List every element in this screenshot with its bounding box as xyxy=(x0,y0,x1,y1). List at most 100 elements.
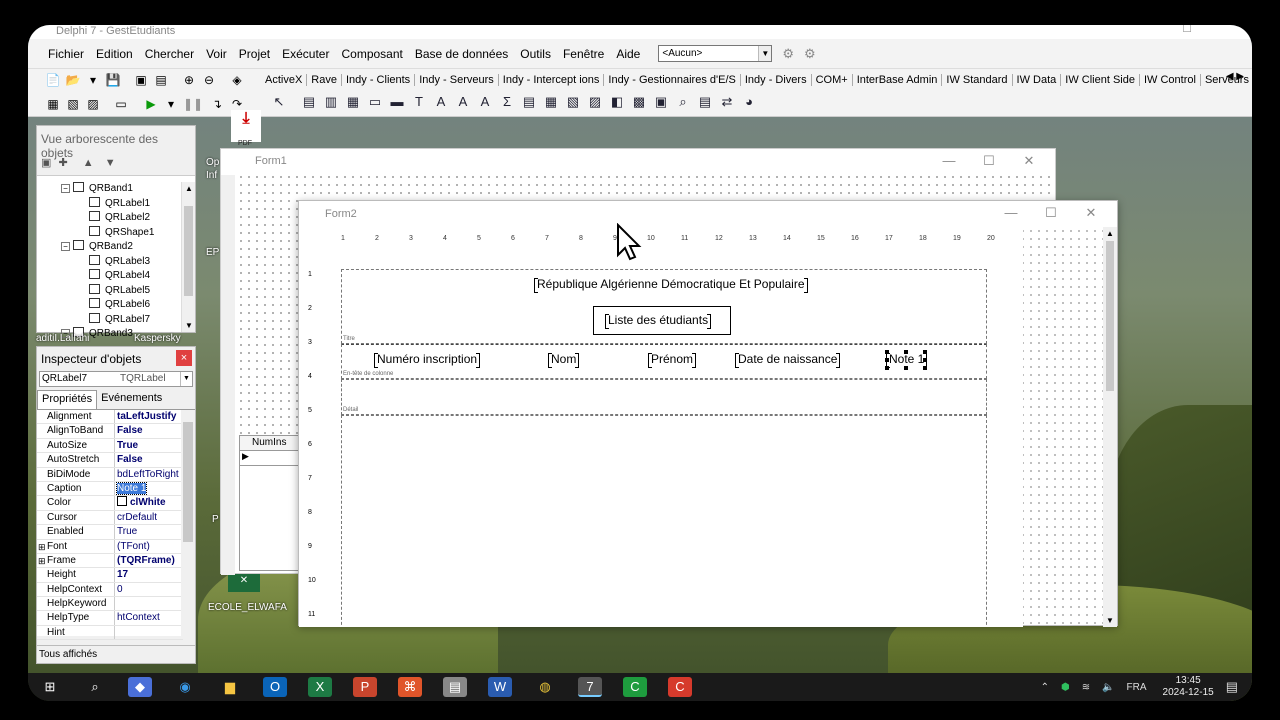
pdf-desktop-icon[interactable]: ⤓ xyxy=(231,110,261,142)
selection-handle[interactable] xyxy=(885,358,889,362)
palette-tab-1[interactable]: Rave xyxy=(307,74,342,86)
property-row[interactable]: Hint xyxy=(37,625,183,641)
tree-down-icon[interactable]: ▼ xyxy=(105,157,116,169)
qrrichtext-icon[interactable]: ▧ xyxy=(562,92,584,114)
outlook-icon[interactable]: O xyxy=(263,677,287,697)
menu-item-3[interactable]: Voir xyxy=(206,47,227,61)
inspector-object-select[interactable]: QRLabel7 TQRLabel ▼ xyxy=(39,371,193,387)
chrome-icon[interactable]: ◍ xyxy=(533,677,557,697)
qrsubdetail-icon[interactable]: ▥ xyxy=(320,92,342,114)
language-indicator[interactable]: FRA xyxy=(1127,682,1147,693)
qrtextfilter-icon[interactable]: ⇄ xyxy=(716,92,738,114)
property-value[interactable] xyxy=(115,597,181,610)
chevron-up-icon[interactable]: ⌃ xyxy=(1041,682,1049,693)
selection-handle[interactable] xyxy=(885,366,889,370)
menu-item-2[interactable]: Chercher xyxy=(145,47,194,61)
menu-item-5[interactable]: Exécuter xyxy=(282,47,329,61)
maximize-icon[interactable]: ☐ xyxy=(1182,25,1192,35)
expand-icon[interactable]: ⊞ xyxy=(38,540,46,554)
set-debug-desktop-icon[interactable]: ⚙ xyxy=(804,46,816,62)
property-scrollbar[interactable] xyxy=(181,410,195,636)
quickrep-icon[interactable]: ▤ xyxy=(298,92,320,114)
qrshape-icon[interactable]: ◧ xyxy=(606,92,628,114)
camtasia-icon[interactable]: C xyxy=(623,677,647,697)
qrcompositereport-icon[interactable]: ⌕ xyxy=(672,92,694,114)
desktop-label-ecole[interactable]: ECOLE_ELWAFA xyxy=(208,602,287,613)
property-value[interactable]: False xyxy=(115,424,181,437)
qrexprmemo-icon[interactable]: ▦ xyxy=(540,92,562,114)
qrexpr-icon[interactable]: A xyxy=(474,92,496,114)
new-icon[interactable]: 📄 xyxy=(44,71,62,89)
property-value[interactable]: True xyxy=(115,525,181,538)
menu-item-6[interactable]: Composant xyxy=(341,47,402,61)
form1-scrollbar[interactable] xyxy=(221,175,235,575)
tree-new-icon[interactable]: ✚ xyxy=(58,157,67,169)
tree-item[interactable]: QRLabel4 xyxy=(37,269,181,284)
chevron-down-icon[interactable]: ▼ xyxy=(180,372,192,386)
palette-tab-9[interactable]: IW Standard xyxy=(942,74,1013,86)
property-row[interactable]: Alignment taLeftJustify xyxy=(37,410,183,425)
minimize-icon[interactable]: — xyxy=(929,153,969,169)
qrdbrichtext-icon[interactable]: ▨ xyxy=(584,92,606,114)
tree-item[interactable]: QRLabel1 xyxy=(37,196,181,212)
chevron-down-icon[interactable]: ▼ xyxy=(758,46,772,61)
property-row[interactable]: AutoSize True xyxy=(37,438,183,454)
app-icon[interactable]: ⌘ xyxy=(398,677,422,697)
palette-tab-4[interactable]: Indy - Intercept ions xyxy=(499,74,605,86)
palette-tab-7[interactable]: COM+ xyxy=(812,74,853,86)
save-all-icon[interactable]: ▣ xyxy=(132,71,150,89)
palette-tab-0[interactable]: ActiveX xyxy=(261,74,308,86)
property-value[interactable]: taLeftJustify xyxy=(115,410,181,423)
volume-icon[interactable]: 🔈 xyxy=(1102,682,1114,693)
dbgrid[interactable]: NumIns ▶ xyxy=(239,435,299,571)
remove-file-icon[interactable]: ⊖ xyxy=(200,71,218,89)
property-value[interactable]: False xyxy=(115,453,181,466)
qrstringsband-icon[interactable]: ▦ xyxy=(342,92,364,114)
palette-tab-10[interactable]: IW Data xyxy=(1013,74,1062,86)
close-icon[interactable]: ✕ xyxy=(1009,153,1049,169)
tree-item[interactable]: QRLabel5 xyxy=(37,283,181,299)
qrlabel-numero-inscription[interactable]: Numéro inscription xyxy=(373,352,481,368)
collapse-icon[interactable]: − xyxy=(61,242,70,251)
windows-start-icon[interactable]: ⊞ xyxy=(38,677,62,697)
property-row[interactable]: ⊞ Font (TFont) xyxy=(37,539,183,554)
property-row[interactable]: ⊞ Frame (TQRFrame) xyxy=(37,553,183,569)
property-row[interactable]: HelpKeyword xyxy=(37,597,183,612)
view-unit-icon[interactable]: ▦ xyxy=(44,95,62,113)
palette-tab-2[interactable]: Indy - Clients xyxy=(342,74,416,86)
property-row[interactable]: Caption Note 1 xyxy=(37,481,183,497)
selection-handle[interactable] xyxy=(923,350,927,354)
file-explorer-icon[interactable]: ▆ xyxy=(218,677,242,697)
qrdbtext-icon[interactable]: A xyxy=(452,92,474,114)
property-value[interactable]: htContext xyxy=(115,611,181,624)
qrchildband-icon[interactable]: ▬ xyxy=(386,92,408,114)
shield-icon[interactable]: ⬢ xyxy=(1061,682,1070,693)
tree-item[interactable]: QRLabel3 xyxy=(37,254,181,270)
palette-scroll-arrows[interactable]: ◀ ▶ xyxy=(1226,71,1244,82)
word-icon[interactable]: W xyxy=(488,677,512,697)
palette-tab-11[interactable]: IW Client Side xyxy=(1061,74,1140,86)
expand-icon[interactable]: ⊞ xyxy=(38,554,46,568)
trace-into-icon[interactable]: ↴ xyxy=(208,95,226,113)
palette-tab-3[interactable]: Indy - Serveurs xyxy=(415,74,499,86)
configuration-combo[interactable]: <Aucun> ▼ xyxy=(658,45,773,62)
form2-vertical-scrollbar[interactable]: ▲ ▼ xyxy=(1103,227,1117,627)
collapse-icon[interactable]: − xyxy=(61,184,70,193)
palette-tab-5[interactable]: Indy - Gestionnaires d'E/S xyxy=(604,74,741,86)
property-value[interactable]: clWhite xyxy=(115,496,181,509)
property-value[interactable]: True xyxy=(115,439,181,452)
menu-item-7[interactable]: Base de données xyxy=(415,47,508,61)
toggle-icon[interactable]: ▨ xyxy=(84,95,102,113)
tree-scrollbar[interactable]: ▲ ▼ xyxy=(181,182,195,332)
save-icon[interactable]: 💾 xyxy=(104,71,122,89)
palette-tab-12[interactable]: IW Control xyxy=(1140,74,1201,86)
property-value[interactable]: (TQRFrame) xyxy=(115,554,181,567)
pointer-icon[interactable]: ↖ xyxy=(268,92,290,114)
property-value[interactable]: 17 xyxy=(115,568,181,581)
property-row[interactable]: BiDiMode bdLeftToRight xyxy=(37,467,183,482)
property-row[interactable]: Cursor crDefault xyxy=(37,510,183,526)
menu-item-0[interactable]: Fichier xyxy=(48,47,84,61)
recorder-icon[interactable]: C xyxy=(668,677,692,697)
powerpoint-icon[interactable]: P xyxy=(353,677,377,697)
qrimage-icon[interactable]: ▩ xyxy=(628,92,650,114)
